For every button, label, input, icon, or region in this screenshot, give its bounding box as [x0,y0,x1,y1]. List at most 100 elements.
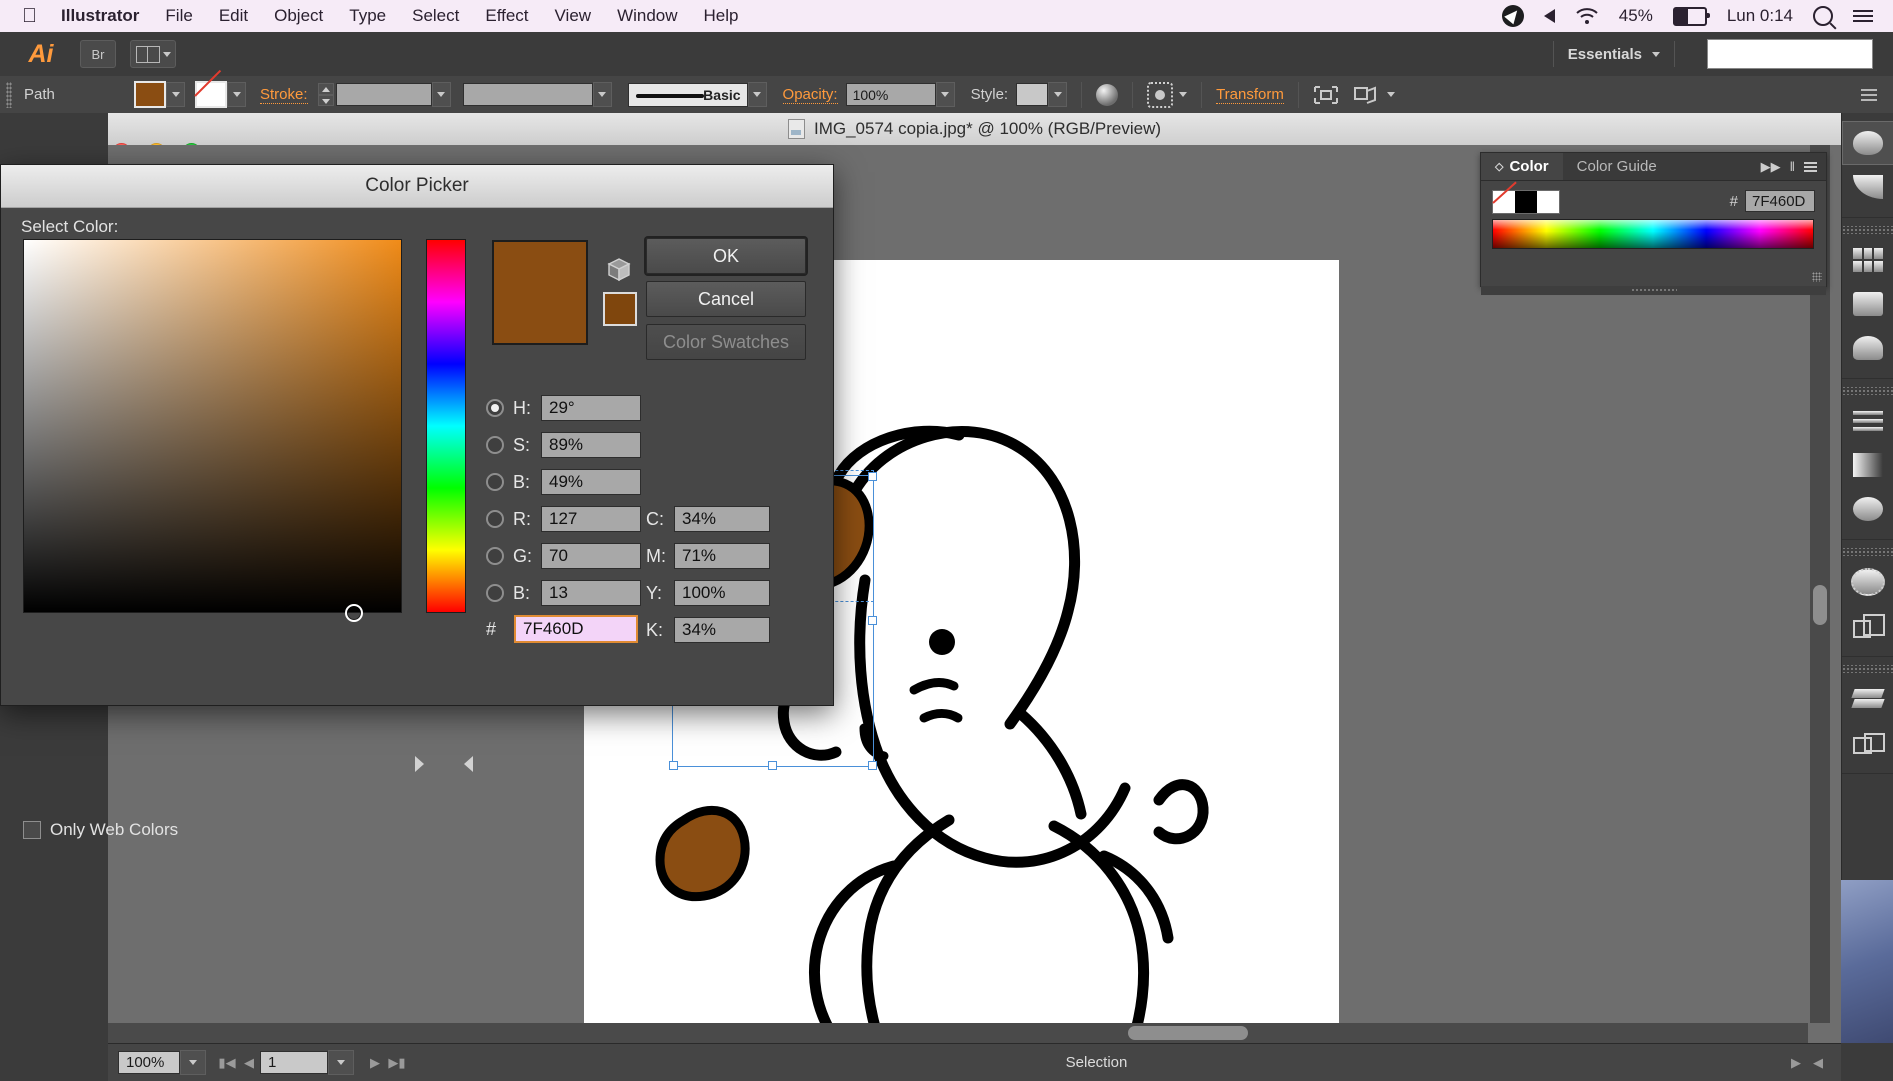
hue-slider-marker-right[interactable] [464,756,473,772]
arrange-documents-button[interactable] [130,40,176,68]
brush-definition-value[interactable]: Basic [627,82,748,107]
chevron-down-icon[interactable] [1179,92,1188,97]
layers-panel-icon[interactable] [1842,677,1893,721]
brushes-panel-icon[interactable] [1842,282,1893,326]
menu-item-illustrator[interactable]: Illustrator [61,6,139,26]
color-picker-title-bar[interactable]: Color Picker [1,165,833,208]
zoom-level-input[interactable]: 100% [118,1051,180,1074]
arrange-object-icon[interactable] [1353,85,1379,105]
wifi-icon[interactable] [1575,7,1599,25]
opacity-dropdown[interactable] [935,82,955,107]
control-center-icon[interactable] [1853,10,1873,22]
menu-item-object[interactable]: Object [274,6,323,26]
color-spectrum-ramp[interactable] [1492,219,1814,249]
menubar-clock[interactable]: Lun 0:14 [1727,6,1793,26]
zoom-level-dropdown[interactable] [180,1050,206,1075]
color-field-gradient[interactable] [23,239,402,622]
tab-color[interactable]: ◇ Color [1481,153,1563,180]
cyan-input[interactable]: 34% [674,506,770,532]
selection-handle[interactable] [768,761,777,770]
search-input[interactable] [1707,39,1873,69]
panel-drag-grip[interactable] [6,81,12,108]
stroke-weight-label[interactable]: Stroke: [260,86,308,104]
selection-handle[interactable] [868,761,877,770]
menu-item-effect[interactable]: Effect [485,6,528,26]
none-swatch[interactable] [1493,191,1515,213]
stroke-dropdown-button[interactable] [227,82,246,107]
menu-item-view[interactable]: View [555,6,592,26]
menu-item-help[interactable]: Help [704,6,739,26]
symbols-panel-icon[interactable] [1842,326,1893,370]
next-artboard-icon[interactable]: ▶ [364,1051,386,1074]
artboard-number-input[interactable]: 1 [260,1051,328,1074]
first-artboard-icon[interactable]: ▮◀ [216,1051,238,1074]
artboard-number-dropdown[interactable] [328,1050,354,1075]
stroke-weight-stepper[interactable] [317,83,334,106]
location-arrow-icon[interactable] [1501,5,1524,27]
hue-input[interactable]: 29° [541,395,641,421]
menu-item-edit[interactable]: Edit [219,6,248,26]
selection-handle[interactable] [868,472,877,481]
bridge-button[interactable]: Br [80,40,116,68]
panel-bottom-grip[interactable] [1481,286,1826,295]
color-swatches-button[interactable]: Color Swatches [646,324,806,360]
out-of-web-gamut-icon[interactable] [606,257,632,283]
brightness-radio[interactable] [486,473,504,491]
workspace-switcher[interactable]: Essentials [1568,46,1660,63]
color-panel-icon[interactable] [1842,121,1893,165]
only-web-colors-row[interactable]: Only Web Colors [23,820,178,840]
hue-slider[interactable] [426,239,466,613]
saturation-input[interactable]: 89% [541,432,641,458]
opacity-label[interactable]: Opacity: [782,86,838,104]
appearance-panel-icon[interactable] [1842,560,1893,604]
tab-color-guide[interactable]: Color Guide [1563,153,1671,180]
previous-artboard-icon[interactable]: ◀ [238,1051,260,1074]
black-swatch[interactable] [1515,191,1537,213]
blue-input[interactable]: 13 [541,580,641,606]
dock-group-grip[interactable] [1842,387,1893,395]
stroke-profile-dropdown[interactable] [592,82,612,107]
horizontal-scrollbar[interactable] [108,1023,1808,1043]
hue-slider-marker-left[interactable] [415,756,424,772]
selection-handle[interactable] [669,761,678,770]
isolate-selection-icon[interactable] [1147,81,1174,108]
green-input[interactable]: 70 [541,543,641,569]
red-input[interactable]: 127 [541,506,641,532]
red-radio[interactable] [486,510,504,528]
align-icon[interactable] [1313,85,1339,105]
graphic-styles-panel-icon[interactable] [1842,604,1893,648]
stroke-profile-input[interactable] [462,83,593,106]
yellow-input[interactable]: 100% [674,580,770,606]
artboards-panel-icon[interactable] [1842,238,1893,282]
cancel-button[interactable]: Cancel [646,281,806,317]
status-menu-icon[interactable]: ▶ [1785,1051,1807,1074]
fill-dropdown-button[interactable] [166,82,185,107]
menu-item-window[interactable]: Window [617,6,677,26]
black-input[interactable]: 34% [674,617,770,643]
brightness-input[interactable]: 49% [541,469,641,495]
transparency-panel-icon[interactable] [1842,487,1893,531]
ok-button[interactable]: OK [646,238,806,274]
scroll-thumb[interactable] [1128,1026,1248,1040]
scroll-left-arrow-icon[interactable]: ◀ [1807,1051,1829,1074]
blue-radio[interactable] [486,584,504,602]
saturation-radio[interactable] [486,436,504,454]
hex-input[interactable]: 7F460D [514,615,638,643]
menu-item-select[interactable]: Select [412,6,459,26]
hue-radio[interactable] [486,399,504,417]
white-swatch[interactable] [1537,191,1559,213]
transform-button[interactable]: Transform [1216,86,1284,104]
fill-color-swatch[interactable] [134,81,166,108]
stroke-weight-dropdown[interactable] [431,82,451,107]
stroke-color-swatch[interactable] [195,81,227,108]
spotlight-search-icon[interactable] [1813,6,1833,26]
artboard-list-panel-icon[interactable] [1842,721,1893,765]
chevron-down-icon[interactable] [1386,92,1395,97]
opacity-input[interactable]: 100% [845,83,936,106]
brush-definition-dropdown[interactable] [747,82,767,107]
battery-icon[interactable] [1672,6,1710,26]
gradient-panel-icon[interactable] [1842,443,1893,487]
document-title-bar[interactable]: IMG_0574 copia.jpg* @ 100% (RGB/Preview) [108,113,1841,146]
dock-group-grip[interactable] [1842,665,1893,673]
menu-item-file[interactable]: File [165,6,192,26]
